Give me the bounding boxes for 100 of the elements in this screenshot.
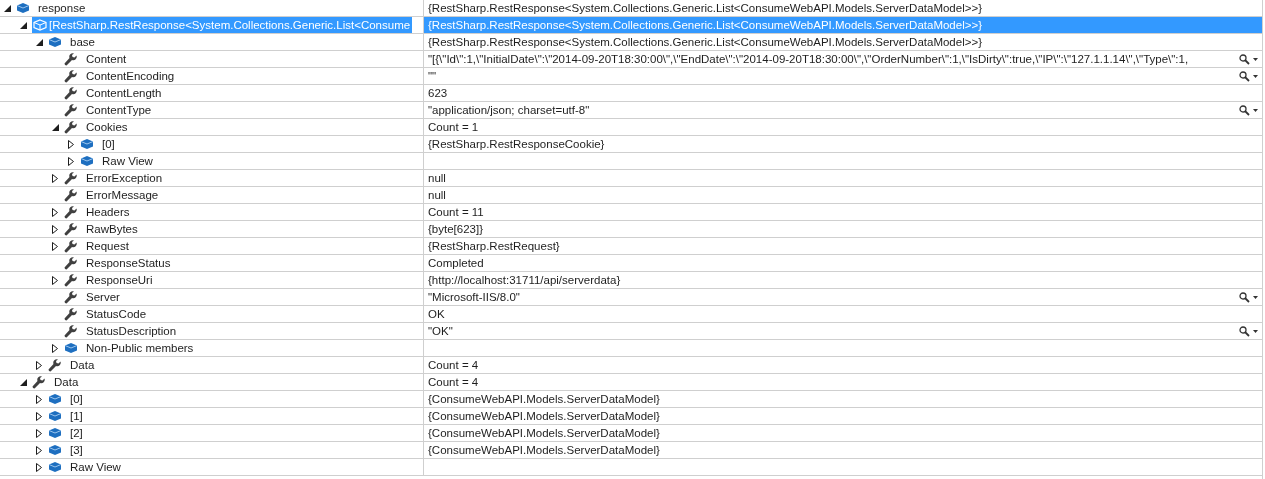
variable-name[interactable]: Headers [84, 204, 132, 220]
object-cube-icon [48, 393, 62, 405]
expanded-arrow-icon[interactable] [51, 123, 59, 131]
watch-row[interactable]: StatusCode OK [0, 306, 1262, 323]
collapsed-arrow-icon[interactable] [36, 411, 42, 421]
collapsed-arrow-icon[interactable] [52, 207, 58, 217]
wrench-icon [64, 69, 78, 83]
watch-row[interactable]: ContentType "application/json; charset=utf-8" [0, 102, 1262, 119]
watch-row[interactable]: [0] {ConsumeWebAPI.Models.ServerDataModel} [0, 391, 1262, 408]
variable-name[interactable]: Content [84, 51, 129, 67]
collapsed-arrow-icon[interactable] [36, 360, 42, 370]
wrench-icon [64, 86, 78, 100]
collapsed-arrow-icon[interactable] [36, 445, 42, 455]
variable-name[interactable]: Data [52, 374, 81, 390]
value-cell: "OK" [424, 323, 1262, 339]
watch-row[interactable]: Data Count = 4 [0, 357, 1262, 374]
value-cell-text: {ConsumeWebAPI.Models.ServerDataModel} [427, 409, 661, 424]
value-cell-text: null [427, 188, 447, 203]
collapsed-arrow-icon[interactable] [52, 343, 58, 353]
variable-name[interactable]: Request [84, 238, 131, 254]
watch-row[interactable]: Server "Microsoft-IIS/8.0" [0, 289, 1262, 306]
watch-row[interactable]: Data Count = 4 [0, 374, 1262, 391]
wrench-icon [64, 120, 78, 134]
watch-row[interactable]: ResponseStatus Completed [0, 255, 1262, 272]
selected-value-cell: {RestSharp.RestResponse<System.Collections.Generic.List<ConsumeWebAPI.Models.ServerDataModel>>} [424, 17, 1262, 33]
watch-row[interactable]: [3] {ConsumeWebAPI.Models.ServerDataModel} [0, 442, 1262, 459]
value-cell-text: {RestSharp.RestRequest} [427, 239, 561, 254]
wrench-icon [32, 375, 46, 389]
variable-name[interactable]: [0] [68, 391, 85, 407]
variable-name[interactable]: Data [68, 357, 97, 373]
watch-row[interactable]: ContentLength 623 [0, 85, 1262, 102]
wrench-icon [48, 358, 62, 372]
collapsed-arrow-icon[interactable] [36, 428, 42, 438]
watch-row[interactable]: Request {RestSharp.RestRequest} [0, 238, 1262, 255]
variable-name[interactable]: Raw View [68, 459, 123, 475]
watch-row[interactable]: ErrorMessage null [0, 187, 1262, 204]
variable-name[interactable]: Cookies [84, 119, 130, 135]
variable-name[interactable]: ResponseStatus [84, 255, 173, 271]
variable-name[interactable]: [1] [68, 408, 85, 424]
variable-name[interactable]: ErrorMessage [84, 187, 161, 203]
variable-name[interactable]: ErrorException [84, 170, 165, 186]
variable-name[interactable]: ContentLength [84, 85, 164, 101]
variable-name[interactable]: Server [84, 289, 122, 305]
value-cell: "Microsoft-IIS/8.0" [424, 289, 1262, 305]
search-icon [1239, 325, 1250, 337]
watch-row[interactable]: ContentEncoding "" [0, 68, 1262, 85]
variable-name[interactable]: StatusDescription [84, 323, 179, 339]
expanded-arrow-icon[interactable] [19, 21, 27, 29]
variable-name[interactable]: [2] [68, 425, 85, 441]
variable-name[interactable]: StatusCode [84, 306, 149, 322]
collapsed-arrow-icon[interactable] [52, 173, 58, 183]
watch-row[interactable]: Raw View [0, 459, 1262, 476]
collapsed-arrow-icon[interactable] [52, 224, 58, 234]
object-cube-icon [16, 2, 30, 14]
value-cell: "[{\"Id\":1,\"InitialDate\":\"2014-09-20T18:30:00\",\"EndDate\":\"2014-09-20T18:30:00\",\"OrderNumber\":1,\"IsDirty\":true,\"IP\":\"127.1.1.14\",\"Type\":1, [424, 51, 1262, 67]
caret-icon [1253, 74, 1258, 78]
watch-row[interactable]: RawBytes {byte[623]} [0, 221, 1262, 238]
object-cube-icon [33, 19, 47, 31]
watch-row[interactable]: Content "[{\"Id\":1,\"InitialDate\":\"2014-09-20T18:30:00\",\"EndDate\":\"2014-09-20T18:30:00\",\"OrderNumber\":1,\"IsDirty\":true,\"IP\":\"127.1.1.14\",\"Type\":1, [0, 51, 1262, 68]
variable-name[interactable]: RawBytes [84, 221, 140, 237]
variable-name[interactable]: [3] [68, 442, 85, 458]
variable-name[interactable]: Non-Public members [84, 340, 196, 356]
watch-row[interactable]: Raw View [0, 153, 1262, 170]
watch-row[interactable]: base {RestSharp.RestResponse<System.Collections.Generic.List<ConsumeWebAPI.Models.ServerDataModel>>} [0, 34, 1262, 51]
watch-row[interactable]: [1] {ConsumeWebAPI.Models.ServerDataModel} [0, 408, 1262, 425]
watch-row[interactable]: Cookies Count = 1 [0, 119, 1262, 136]
value-cell-text: {ConsumeWebAPI.Models.ServerDataModel} [427, 426, 661, 441]
value-cell-text: {http://localhost:31711/api/serverdata} [427, 273, 622, 288]
variable-name[interactable]: ContentEncoding [84, 68, 177, 84]
collapsed-arrow-icon[interactable] [36, 394, 42, 404]
variable-name[interactable]: base [68, 34, 97, 50]
search-icon [1239, 104, 1250, 116]
variable-name[interactable]: ContentType [84, 102, 154, 118]
expanded-arrow-icon[interactable] [19, 378, 27, 386]
watch-row[interactable]: ErrorException null [0, 170, 1262, 187]
watch-row[interactable]: Non-Public members [0, 340, 1262, 357]
collapsed-arrow-icon[interactable] [68, 139, 74, 149]
watch-row[interactable]: Headers Count = 11 [0, 204, 1262, 221]
watch-row[interactable]: [0] {RestSharp.RestResponseCookie} [0, 136, 1262, 153]
value-cell-text: 623 [427, 86, 449, 101]
value-cell-text: Count = 4 [427, 375, 480, 390]
watch-row[interactable]: StatusDescription "OK" [0, 323, 1262, 340]
collapsed-arrow-icon[interactable] [36, 462, 42, 472]
wrench-icon [64, 290, 78, 304]
variable-name[interactable]: response [36, 0, 88, 16]
variable-name[interactable]: Raw View [100, 153, 155, 169]
collapsed-arrow-icon[interactable] [52, 275, 58, 285]
expanded-arrow-icon[interactable] [3, 4, 11, 12]
wrench-icon [64, 324, 78, 338]
collapsed-arrow-icon[interactable] [68, 156, 74, 166]
collapsed-arrow-icon[interactable] [52, 241, 58, 251]
variable-name[interactable]: ResponseUri [84, 272, 155, 288]
variable-name[interactable]: [0] [100, 136, 117, 152]
caret-icon [1253, 57, 1258, 61]
expanded-arrow-icon[interactable] [35, 38, 43, 46]
watch-row[interactable]: [2] {ConsumeWebAPI.Models.ServerDataModel} [0, 425, 1262, 442]
wrench-icon [64, 256, 78, 270]
wrench-icon [64, 52, 78, 66]
watch-row[interactable]: ResponseUri {http://localhost:31711/api/serverdata} [0, 272, 1262, 289]
wrench-icon [64, 239, 78, 253]
